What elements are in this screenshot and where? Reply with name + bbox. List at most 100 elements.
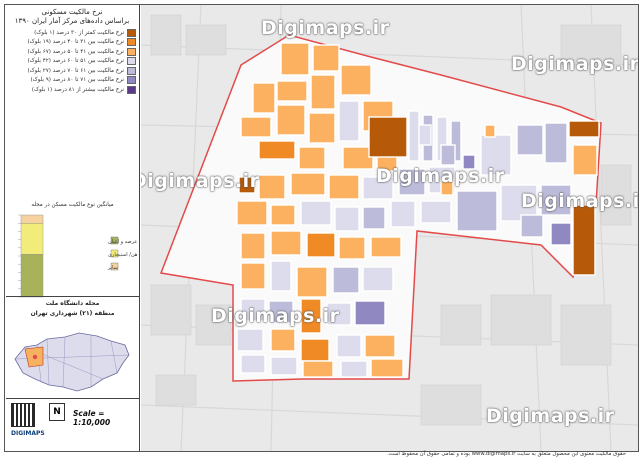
city-block[interactable] [338,236,366,260]
city-block[interactable] [520,214,544,238]
city-block[interactable] [258,140,296,160]
legend-label: نرخ مالکیت کمتر از ۳۰ درصد (۱ بلوک) [34,29,124,36]
city-block[interactable] [572,144,598,176]
ownership-bar-segment [20,222,44,255]
city-block[interactable] [418,124,432,146]
city-block[interactable] [310,74,336,110]
city-block[interactable] [364,334,396,358]
city-block[interactable] [276,104,306,136]
city-block[interactable] [398,168,426,196]
legend-items: نرخ مالکیت کمتر از ۳۰ درصد (۱ بلوک) نرخ م… [5,28,139,95]
city-block[interactable] [296,266,328,298]
map-area[interactable]: Digimaps.ir Digimaps.ir Digimaps.ir Digi… [141,5,638,451]
city-block[interactable] [240,354,266,374]
city-block[interactable] [368,116,408,158]
city-block[interactable] [456,190,498,232]
city-block[interactable] [440,178,454,196]
city-block[interactable] [480,134,512,176]
legend-item: نرخ مالکیت بین ۴۱ تا ۵۰ درصد (۶۷ بلوک) [5,47,139,57]
legend-label: نرخ مالکیت بیشتر از ۸۱ درصد (۱ بلوک) [31,86,124,93]
city-block[interactable] [328,174,360,200]
legend-item: نرخ مالکیت بین ۳۱ تا ۴۰ درصد (۱۹ بلوک) [5,38,139,48]
city-block[interactable] [270,204,296,226]
city-block[interactable] [484,124,496,138]
city-block[interactable] [300,338,330,362]
city-block[interactable] [420,200,452,224]
city-block[interactable] [270,328,296,352]
legend-label: نرخ مالکیت بین ۷۱ تا ۸۰ درصد (۹ بلوک) [30,77,124,84]
city-block[interactable] [270,356,298,376]
city-block[interactable] [270,230,302,256]
legend-swatch [127,66,136,75]
logo: DIGIMAPS [11,430,45,437]
city-block[interactable] [302,360,334,378]
qr-code[interactable] [11,403,35,427]
north-arrow-icon: N [49,403,65,421]
legend-item: نرخ مالکیت بیشتر از ۸۱ درصد (۱ بلوک) [5,85,139,95]
city-block[interactable] [298,146,326,170]
city-block[interactable] [568,120,600,138]
legend-divider [6,296,139,297]
legend-label: نرخ مالکیت بین ۵۱ تا ۶۰ درصد (۴۲ بلوک) [27,58,124,65]
city-block[interactable] [550,222,572,246]
city-block[interactable] [516,124,544,156]
city-block[interactable] [236,200,268,226]
city-block[interactable] [252,82,276,114]
legend-swatch [127,47,136,56]
city-block[interactable] [326,302,352,326]
city-block[interactable] [268,300,294,324]
city-block[interactable] [440,144,456,166]
city-block[interactable] [280,42,310,76]
legend-label: نرخ مالکیت بین ۶۱ تا ۷۰ درصد (۲۷ بلوک) [27,67,124,74]
city-block[interactable] [300,298,322,334]
legend-swatch [127,38,136,47]
legend-swatch [127,85,136,94]
city-block[interactable] [370,236,402,258]
ownership-chart-title: میانگین نوع مالکیت مسکن در محله [31,202,114,208]
city-block[interactable] [308,112,336,144]
city-block[interactable] [240,298,266,322]
city-block[interactable] [362,266,394,292]
city-block[interactable] [240,262,266,290]
city-block[interactable] [362,206,386,230]
city-block[interactable] [354,300,386,326]
city-block[interactable] [572,204,596,276]
city-block[interactable] [334,206,360,232]
city-block[interactable] [238,176,256,194]
city-block[interactable] [276,80,308,102]
legend-item: نرخ مالکیت بین ۶۱ تا ۷۰ درصد (۲۷ بلوک) [5,66,139,76]
city-block[interactable] [336,334,362,358]
city-block[interactable] [240,232,266,260]
city-block[interactable] [540,184,572,216]
city-block[interactable] [306,232,336,258]
neighborhood-name: محله دانشگاه ملت [45,300,100,307]
city-block[interactable] [544,122,568,164]
city-block[interactable] [332,266,360,294]
ownership-bar-segment [20,254,44,298]
city-block[interactable] [370,358,404,378]
city-block[interactable] [390,200,416,228]
city-block[interactable] [300,200,332,226]
city-block[interactable] [362,176,394,200]
city-block[interactable] [340,64,372,96]
city-block[interactable] [270,260,292,292]
city-block[interactable] [462,154,476,170]
city-block[interactable] [240,116,272,138]
legend-title: نرخ مالکیت مسکونی براساس داده‌های مرکز آ… [5,8,139,26]
city-block[interactable] [258,174,286,200]
city-block[interactable] [338,100,360,142]
legend-panel: نرخ مالکیت مسکونی براساس داده‌های مرکز آ… [5,5,140,451]
city-block[interactable] [290,172,326,196]
district-name: منطقه (۲۱) شهرداری تهران [30,310,115,317]
legend-swatch [127,28,136,37]
neighborhood-marker [32,354,38,360]
city-block[interactable] [340,360,368,378]
legend-label: نرخ مالکیت بین ۴۱ تا ۵۰ درصد (۶۷ بلوک) [27,48,124,55]
city-block[interactable] [236,328,264,352]
legend-item: نرخ مالکیت بین ۷۱ تا ۸۰ درصد (۹ بلوک) [5,76,139,86]
legend-swatch [127,57,136,66]
city-block[interactable] [408,110,420,162]
legend-divider-2 [6,398,139,399]
ownership-legend-label: سایر [107,265,118,271]
city-block[interactable] [312,44,340,72]
